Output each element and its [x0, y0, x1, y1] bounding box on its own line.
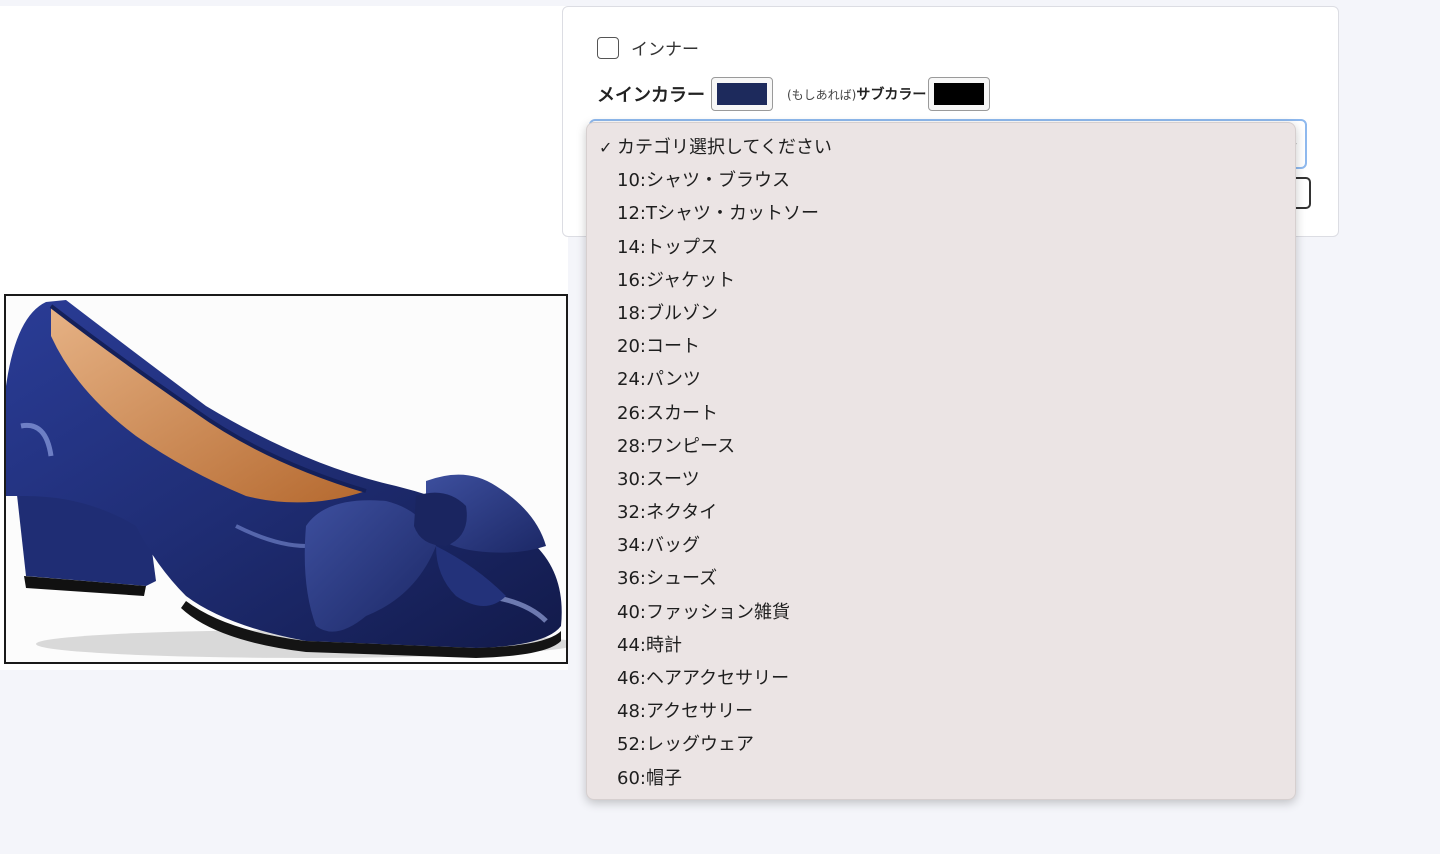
main-color-swatch	[717, 83, 767, 105]
sub-color-swatch	[934, 83, 985, 105]
inner-checkbox[interactable]	[597, 36, 619, 59]
dropdown-option[interactable]: 12:Tシャツ・カットソー	[587, 197, 1295, 230]
shoe-illustration	[6, 300, 566, 658]
dropdown-option-label: 26:スカート	[617, 402, 718, 424]
dropdown-option[interactable]: 32:ネクタイ	[587, 496, 1295, 529]
dropdown-option[interactable]: 16:ジャケット	[587, 264, 1295, 297]
product-image-area	[0, 6, 568, 670]
dropdown-option[interactable]: 24:パンツ	[587, 363, 1295, 396]
inner-label: インナー	[631, 40, 699, 60]
dropdown-option[interactable]: 46:ヘアアクセサリー	[587, 662, 1295, 695]
dropdown-option[interactable]: 20:コート	[587, 330, 1295, 363]
dropdown-option-label: 40:ファッション雑貨	[617, 601, 790, 623]
dropdown-option[interactable]: 14:トップス	[587, 231, 1295, 264]
dropdown-option-label: 34:バッグ	[617, 535, 700, 557]
dropdown-option[interactable]: 36:シューズ	[587, 562, 1295, 595]
dropdown-option[interactable]: 10:シャツ・ブラウス	[587, 164, 1295, 197]
color-row: メインカラー (もしあれば) サブカラー	[597, 77, 991, 111]
dropdown-option[interactable]: 60:帽子	[587, 762, 1295, 795]
dropdown-option[interactable]: 28:ワンピース	[587, 430, 1295, 463]
dropdown-option[interactable]: 26:スカート	[587, 397, 1295, 430]
main-color-picker[interactable]	[711, 77, 773, 111]
dropdown-option-label: 30:スーツ	[617, 468, 700, 490]
dropdown-option[interactable]: ✓ カテゴリ選択してください	[587, 131, 1295, 164]
dropdown-option[interactable]: 18:ブルゾン	[587, 297, 1295, 330]
main-color-label: メインカラー	[597, 85, 705, 106]
dropdown-option[interactable]: 34:バッグ	[587, 529, 1295, 562]
dropdown-option[interactable]: 52:レッグウェア	[587, 728, 1295, 761]
dropdown-option-label: 48:アクセサリー	[617, 701, 754, 723]
dropdown-option-label: 36:シューズ	[617, 568, 718, 590]
dropdown-option-label: 10:シャツ・ブラウス	[617, 170, 790, 192]
dropdown-option[interactable]: 48:アクセサリー	[587, 695, 1295, 728]
dropdown-option-label: 46:ヘアアクセサリー	[617, 668, 790, 689]
dropdown-option-label: カテゴリ選択してください	[617, 137, 832, 158]
dropdown-option-label: 16:ジャケット	[617, 269, 736, 291]
dropdown-option-label: 18:ブルゾン	[617, 302, 718, 324]
dropdown-option-label: 28:ワンピース	[617, 435, 736, 457]
dropdown-option-label: 12:Tシャツ・カットソー	[617, 203, 819, 225]
product-image	[4, 294, 568, 664]
category-dropdown-list: ✓ カテゴリ選択してください 10:シャツ・ブラウス 12:Tシャツ・カットソー 14:…	[586, 122, 1296, 800]
dropdown-option-label: 60:帽子	[617, 767, 682, 789]
inner-option-row: インナー	[597, 35, 699, 60]
dropdown-option[interactable]: 40:ファッション雑貨	[587, 596, 1295, 629]
dropdown-option-label: 52:レッグウェア	[617, 734, 754, 756]
dropdown-option[interactable]: 30:スーツ	[587, 463, 1295, 496]
dropdown-option-label: 44:時計	[617, 634, 682, 656]
dropdown-option[interactable]: 44:時計	[587, 629, 1295, 662]
dropdown-option-label: 32:ネクタイ	[617, 502, 718, 524]
dropdown-option-label: 20:コート	[617, 336, 700, 358]
dropdown-option-label: 14:トップス	[617, 236, 718, 258]
sub-color-picker[interactable]	[928, 77, 991, 111]
sub-color-note: (もしあれば)	[787, 87, 857, 102]
dropdown-option-label: 24:パンツ	[617, 369, 701, 391]
checkmark-icon: ✓	[599, 138, 613, 157]
sub-color-label: サブカラー	[856, 87, 927, 103]
